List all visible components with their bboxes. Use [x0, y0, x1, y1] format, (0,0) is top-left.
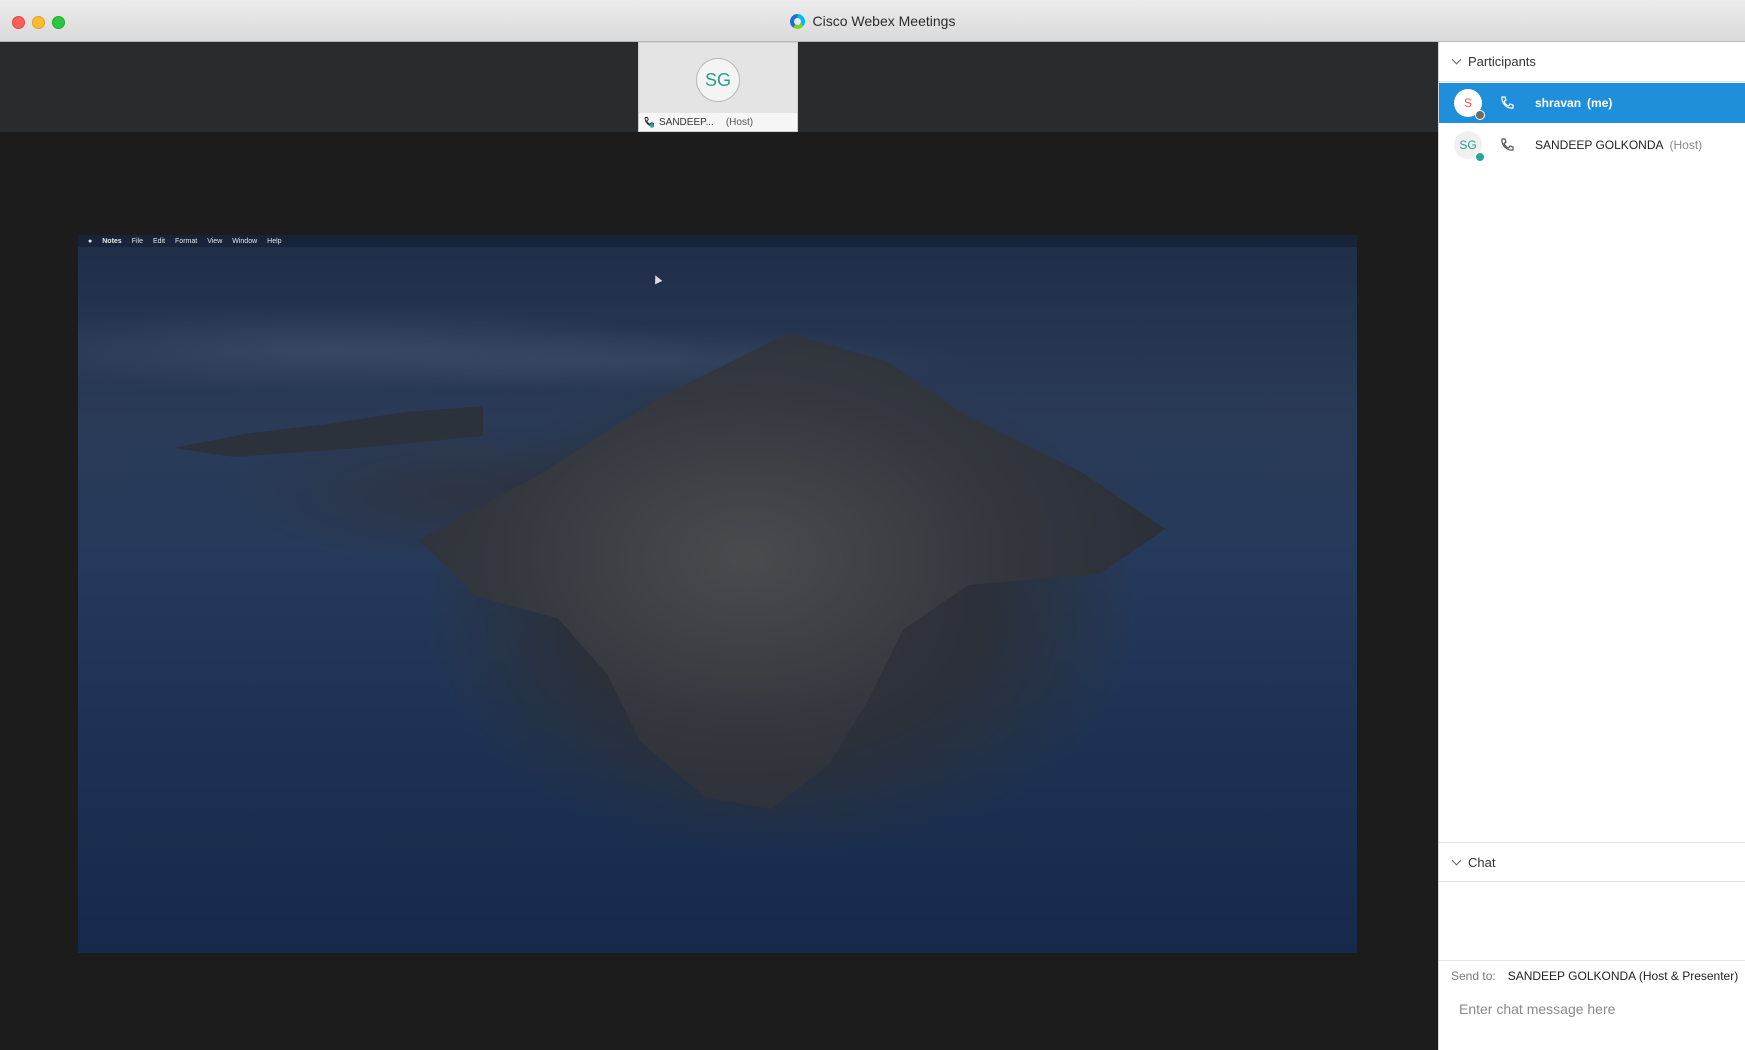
participant-name: SANDEEP GOLKONDA — [1535, 138, 1664, 152]
phone-icon — [644, 117, 654, 128]
shared-menubar-item: View — [207, 237, 223, 245]
shared-menubar: ● Notes File Edit Format View Window Hel… — [78, 235, 1357, 247]
window-title: Cisco Webex Meetings — [812, 13, 956, 29]
send-to-value[interactable]: SANDEEP GOLKONDA (Host & Presenter) — [1508, 969, 1739, 983]
participants-header[interactable]: Participants — [1439, 42, 1745, 82]
tile-avatar: SG — [696, 58, 740, 102]
chat-title: Chat — [1468, 854, 1496, 870]
chat-header[interactable]: Chat — [1439, 842, 1745, 882]
webex-logo-icon — [789, 13, 805, 29]
participant-row[interactable]: S shravan (me) — [1439, 83, 1745, 123]
participant-tag: (Host) — [1669, 138, 1703, 152]
send-to-selector[interactable]: Send to: SANDEEP GOLKONDA (Host & Presen… — [1439, 960, 1745, 990]
right-panel: Participants S shravan (me) SG SANDEEP GO… — [1438, 42, 1745, 1050]
distant-headland — [173, 406, 483, 457]
video-strip: SG SANDEEP... (Host) — [0, 42, 1438, 132]
chevron-down-icon — [1451, 855, 1462, 865]
title-bar: Cisco Webex Meetings — [0, 0, 1745, 42]
participant-name-group: shravan (me) — [1535, 96, 1612, 110]
shared-menubar-item: Window — [232, 237, 258, 245]
participant-name-group: SANDEEP GOLKONDA (Host) — [1535, 138, 1702, 152]
shared-menubar-item: Format — [175, 237, 198, 245]
webex-window: Cisco Webex Meetings SG SANDEEP... (Host… — [0, 0, 1745, 1050]
shared-screen: ● Notes File Edit Format View Window Hel… — [78, 235, 1357, 953]
shared-menubar-app: Notes — [102, 237, 122, 245]
tile-role: (Host) — [725, 116, 754, 128]
window-title-group: Cisco Webex Meetings — [0, 0, 1745, 42]
participants-title: Participants — [1468, 54, 1536, 69]
meeting-stage: SG SANDEEP... (Host) ● Notes File Edit F… — [0, 42, 1438, 1050]
participant-name: shravan — [1535, 96, 1582, 110]
chat-message-input[interactable] — [1449, 992, 1739, 1026]
participant-tag: (me) — [1587, 96, 1613, 110]
status-dot-icon — [1475, 110, 1485, 120]
apple-icon: ● — [88, 237, 93, 245]
participant-row[interactable]: SG SANDEEP GOLKONDA (Host) — [1439, 125, 1745, 165]
shared-menubar-item: Help — [267, 237, 282, 245]
participant-video-tile[interactable]: SG SANDEEP... (Host) — [638, 42, 798, 132]
phone-icon — [1501, 96, 1514, 109]
send-to-label: Send to: — [1451, 968, 1496, 983]
tile-footer: SANDEEP... (Host) — [639, 113, 797, 131]
chevron-down-icon — [1451, 54, 1462, 65]
shared-menubar-item: Edit — [152, 237, 166, 245]
status-dot-icon — [1475, 152, 1485, 162]
tile-name: SANDEEP... — [659, 116, 714, 128]
mouse-cursor-icon — [651, 273, 663, 285]
shared-menubar-item: File — [131, 237, 143, 245]
phone-icon — [1501, 138, 1514, 151]
